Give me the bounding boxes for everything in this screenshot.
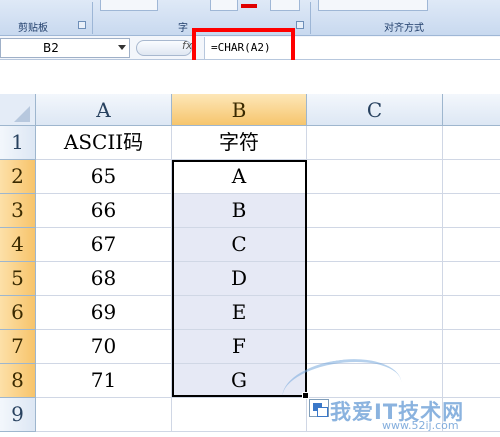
cell-a3[interactable]: 66 (36, 194, 172, 228)
column-header-c[interactable]: C (307, 94, 443, 126)
cell-c2[interactable] (307, 160, 443, 194)
chevron-down-icon[interactable] (118, 45, 126, 50)
cell-d1[interactable] (443, 126, 500, 160)
cell-c4[interactable] (307, 228, 443, 262)
row-header-2[interactable]: 2 (0, 160, 36, 194)
ribbon-separator (310, 2, 311, 34)
cell-a9[interactable] (36, 398, 172, 432)
group-label-clipboard: 剪贴板 (18, 23, 48, 34)
cell-c7[interactable] (307, 330, 443, 364)
watermark-url: www.52ij.com (382, 419, 459, 432)
cell-a1[interactable]: ASCII码 (36, 126, 172, 160)
cell-d4[interactable] (443, 228, 500, 262)
cell-d2[interactable] (443, 160, 500, 194)
insert-function-icon[interactable]: fx (182, 39, 192, 52)
row-header-3[interactable]: 3 (0, 194, 36, 228)
cell-a8[interactable]: 71 (36, 364, 172, 398)
row-header-8[interactable]: 8 (0, 364, 36, 398)
ribbon-extra-button[interactable] (270, 0, 300, 11)
cell-d8[interactable] (443, 364, 500, 398)
column-header-a[interactable]: A (36, 94, 172, 126)
column-header-d[interactable] (443, 94, 500, 126)
alignment-buttons[interactable] (318, 0, 428, 11)
cell-d3[interactable] (443, 194, 500, 228)
cell-a5[interactable]: 68 (36, 262, 172, 296)
cell-a6[interactable]: 69 (36, 296, 172, 330)
cell-a4[interactable]: 67 (36, 228, 172, 262)
cell-c5[interactable] (307, 262, 443, 296)
column-header-b[interactable]: B (172, 94, 307, 126)
font-launcher-icon[interactable] (296, 21, 304, 29)
cell-a2[interactable]: 65 (36, 160, 172, 194)
cell-selection-range (172, 160, 307, 397)
group-label-alignment: 对齐方式 (384, 23, 424, 34)
ribbon-font-buttons[interactable] (100, 0, 158, 11)
group-label-font: 字 (178, 23, 188, 34)
ribbon-separator (92, 2, 93, 34)
cell-c3[interactable] (307, 194, 443, 228)
name-box[interactable]: B2 (0, 38, 130, 58)
row-header-6[interactable]: 6 (0, 296, 36, 330)
cell-d7[interactable] (443, 330, 500, 364)
row-header-4[interactable]: 4 (0, 228, 36, 262)
cell-b1[interactable]: 字符 (172, 126, 307, 160)
row-header-7[interactable]: 7 (0, 330, 36, 364)
cell-c6[interactable] (307, 296, 443, 330)
select-all-icon (14, 106, 30, 122)
cell-c1[interactable] (307, 126, 443, 160)
cell-d6[interactable] (443, 296, 500, 330)
clipboard-launcher-icon[interactable] (78, 21, 86, 29)
row-header-1[interactable]: 1 (0, 126, 36, 160)
cell-d5[interactable] (443, 262, 500, 296)
row-header-9[interactable]: 9 (0, 398, 36, 432)
font-color-button[interactable] (241, 4, 257, 8)
row-header-5[interactable]: 5 (0, 262, 36, 296)
fill-color-button[interactable] (210, 0, 238, 11)
cell-a7[interactable]: 70 (36, 330, 172, 364)
